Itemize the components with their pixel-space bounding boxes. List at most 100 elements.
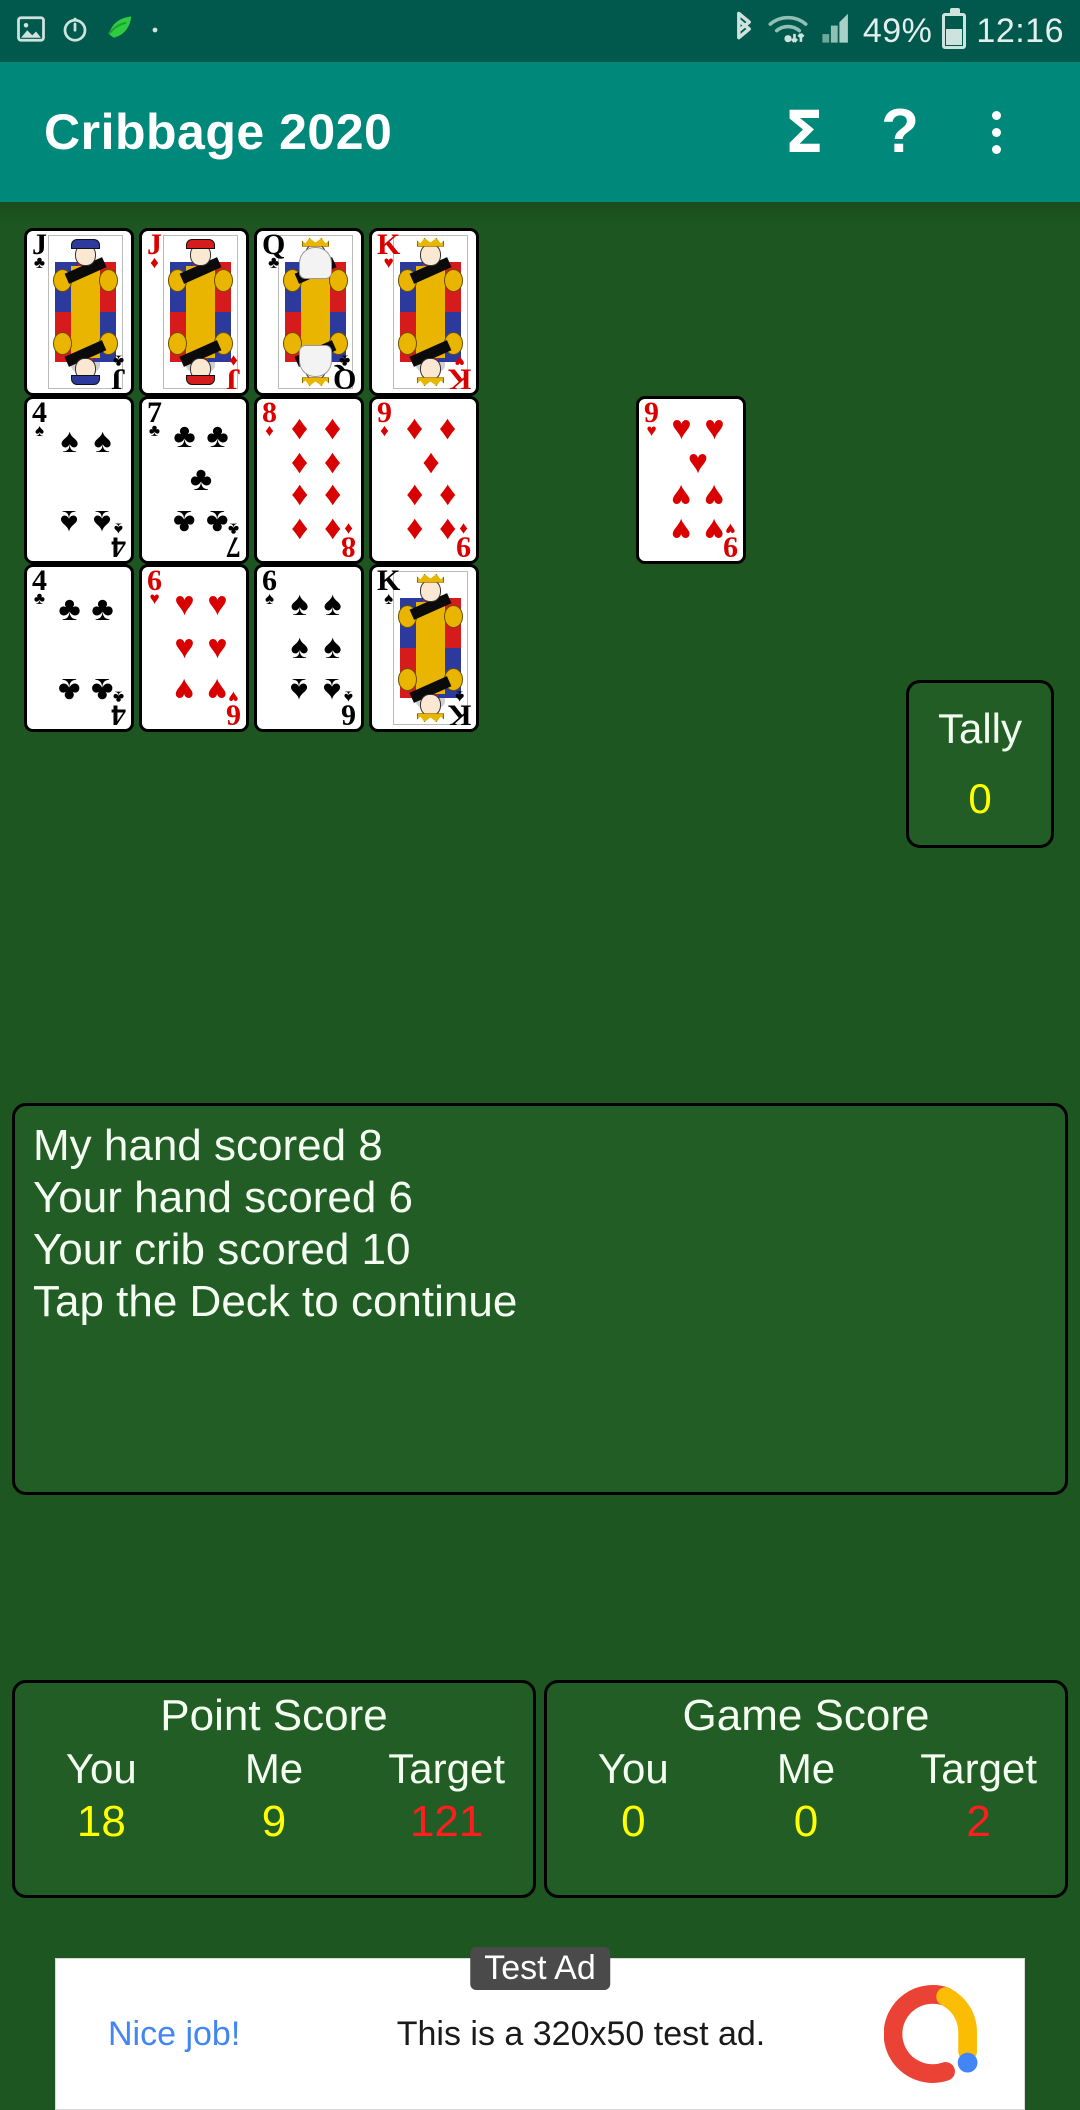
card-pip: ♦ (405, 409, 424, 447)
status-bar: 49% 12:16 (0, 0, 1080, 62)
card-row-3: ♣♣♣♣♣♣4♣4♣♥♥♥♥♥♥6♥6♥♠♠♠♠♠♠6♠6♠K♠K♠ (0, 564, 479, 732)
card-rank: 6 (226, 699, 241, 732)
card-corner-tl: J ♦ (147, 231, 162, 273)
card-pip: ♥ (671, 409, 692, 447)
game-score-grid: You Me Target 0 0 2 (547, 1745, 1065, 1847)
card-queen-of-clubs[interactable]: Q ♣ Q ♣ (254, 228, 364, 396)
help-button[interactable]: ? (852, 84, 948, 180)
card-suit-symbol: ♦ (150, 253, 159, 273)
crown-shape (302, 377, 330, 386)
card-corner-tl: 9 ♦ (377, 399, 392, 440)
card-nine-of-hearts[interactable]: ♥ ♥ ♥ ♥ ♥ ♥ ♥ 9 ♥ 9 ♥ (636, 396, 746, 564)
score-summary-button[interactable]: Σ (756, 84, 852, 180)
court-half-top (49, 236, 122, 312)
court-figure (394, 572, 467, 648)
card-rank: 8 (341, 531, 356, 564)
hat-shape (70, 239, 101, 249)
card-rank: 4 (111, 531, 126, 564)
card-eight-of-diamonds[interactable]: ♦ ♦ ♦ ♦ ♦ ♦ ♦ ♦ 8 ♦ 8 ♦ (254, 396, 364, 564)
card-pip: ♣ (206, 417, 229, 456)
card-king-of-hearts[interactable]: K ♥ K ♥ (369, 228, 479, 396)
card-suit-symbol: ♦ (344, 519, 353, 539)
tally-box: Tally 0 (906, 680, 1054, 848)
message-panel[interactable]: My hand scored 8 Your hand scored 6 Your c… (12, 1103, 1068, 1495)
card-suit-symbol: ♦ (265, 421, 274, 441)
more-vertical-icon (991, 110, 1001, 154)
card-nine-of-diamonds[interactable]: ♦ ♦ ♦ ♦ ♦ ♦ ♦ 9 ♦ 9 ♦ (369, 396, 479, 564)
card-pip: ♠ (290, 670, 309, 709)
card-pip: ♦ (323, 511, 342, 549)
card-rank: 6 (341, 699, 356, 732)
tally-label: Tally (937, 705, 1023, 752)
game-score-value-you: 0 (621, 1797, 646, 1846)
card-pip: ♥ (207, 585, 228, 624)
card-pip: ♥ (174, 585, 195, 624)
game-score-header-target: Target (920, 1745, 1038, 1792)
head-shape (420, 579, 441, 603)
card-pip: ♦ (438, 477, 457, 515)
card-suit-symbol: ♣ (112, 351, 125, 371)
overflow-menu-button[interactable] (948, 84, 1044, 180)
point-score-value-target: 121 (409, 1797, 484, 1846)
starter-card-slot[interactable]: ♥ ♥ ♥ ♥ ♥ ♥ ♥ 9 ♥ 9 ♥ (636, 396, 746, 564)
app-bar: Cribbage 2020 Σ ? (0, 62, 1080, 202)
point-score-header-you: You (65, 1745, 137, 1792)
game-score-header-you: You (597, 1745, 669, 1792)
game-score-value-me: 0 (793, 1797, 819, 1846)
orb-right-shape (168, 331, 188, 355)
orb-right-shape (53, 331, 73, 355)
crown-shape (417, 377, 445, 386)
card-pip: ♦ (438, 511, 457, 549)
point-score-panel: Point Score You Me Target 18 9 121 (12, 1680, 536, 1898)
court-half-top (394, 236, 467, 312)
ad-cta-link[interactable]: Nice job! (108, 2015, 338, 2054)
sigma-icon: Σ (784, 98, 824, 166)
card-row-2: ♠♠♠♠♠♠4♠4♠♣♣♣♣♣7♣7♣♦♦♦♦♦♦♦♦8♦8♦♦♦♦♦♦♦♦9♦… (0, 396, 479, 564)
card-corner-br: 7 ♣ (226, 520, 241, 561)
message-line-3: Your crib scored 10 (33, 1224, 411, 1274)
card-rank: K (447, 699, 471, 732)
court-half-top (164, 236, 237, 312)
message-line-4: Tap the Deck to continue (33, 1276, 518, 1326)
card-pip: ♠ (290, 627, 309, 666)
card-pip: ♣ (173, 417, 196, 456)
card-six-of-hearts[interactable]: ♥ ♥ ♥ ♥ ♥ ♥ 6 ♥ 6 ♥ (139, 564, 249, 732)
card-corner-br: 6 ♠ (341, 688, 356, 732)
point-score-title: Point Score (160, 1691, 388, 1740)
card-jack-of-clubs[interactable]: J ♣ J ♣ (24, 228, 134, 396)
veil-shape (299, 246, 332, 279)
card-pips: ♠♠♠♠♠♠ (53, 405, 119, 555)
card-suit-symbol: ♣ (33, 253, 46, 273)
card-corner-tl: J ♣ (32, 231, 47, 273)
card-four-of-spades[interactable]: ♠♠♠♠♠♠4♠4♠ (24, 396, 134, 564)
card-pip: ♥ (174, 627, 195, 666)
battery-icon (942, 8, 967, 49)
card-suit-symbol: ♥ (725, 519, 736, 539)
hat-shape (185, 239, 216, 249)
card-pip: ♦ (290, 477, 309, 515)
card-pips: ♥ ♥ ♥ ♥ ♥ ♥ ♥ (665, 405, 731, 555)
card-corner-br: Q ♣ (333, 352, 356, 393)
card-pips: ♥ ♥ ♥ ♥ ♥ ♥ (168, 573, 234, 723)
card-suit-symbol: ♣ (148, 421, 161, 441)
card-pip: ♥ (207, 627, 228, 666)
court-half-top (394, 572, 467, 648)
card-pip: ♠ (60, 503, 79, 541)
card-jack-of-diamonds[interactable]: J ♦ J ♦ (139, 228, 249, 396)
card-suit-symbol: ♦ (459, 519, 468, 539)
card-pip: ♦ (290, 409, 309, 447)
card-suit-symbol: ♠ (113, 519, 124, 539)
card-suit-symbol: ♣ (33, 589, 46, 609)
ad-banner[interactable]: Test Ad Nice job! This is a 320x50 test … (55, 1947, 1025, 2110)
card-pips: ♦ ♦ ♦ ♦ ♦ ♦ ♦ (398, 405, 464, 555)
card-row-1: J ♣ J ♣ J ♦ J ♦ Q ♣ Q ♣ K ♥ K ♥ (0, 228, 479, 396)
game-table: J♣J♣J♦J♦Q♣Q♣K♥K♥♠♠♠♠♠♠4♠4♠♣♣♣♣♣7♣7♣♦♦♦♦♦… (0, 202, 1080, 2110)
card-king-of-spades[interactable]: K ♠ K ♠ (369, 564, 479, 732)
card-six-of-spades[interactable]: ♠ ♠ ♠ ♠ ♠ ♠ 6 ♠ 6 ♠ (254, 564, 364, 732)
card-pip: ♦ (290, 443, 309, 481)
card-pip: ♣ (58, 671, 81, 709)
card-suit-symbol: ♠ (34, 421, 45, 441)
card-seven-of-clubs[interactable]: ♣ ♣ ♣ ♣ ♣ 7 ♣ 7 ♣ (139, 396, 249, 564)
card-four-of-clubs[interactable]: ♣♣♣♣♣♣4♣4♣ (24, 564, 134, 732)
court-half-top (279, 236, 352, 312)
